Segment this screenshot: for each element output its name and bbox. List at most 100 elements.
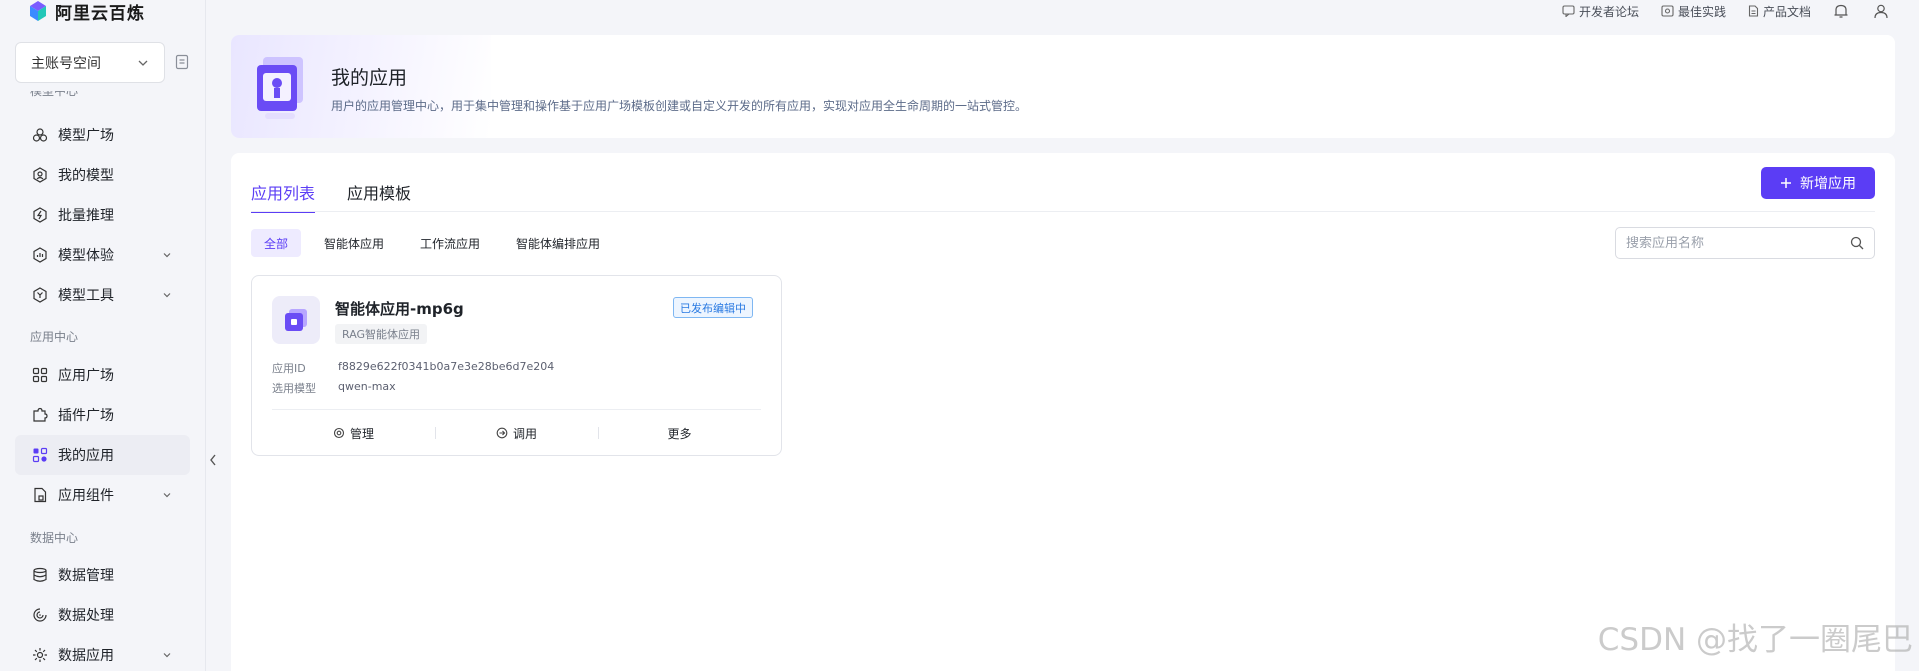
new-app-button[interactable]: 新增应用 [1761,167,1875,199]
data-apps-icon [31,646,49,664]
app-id-value: f8829e622f0341b0a7e3e28be6d7e204 [338,360,555,373]
sidebar-item-label: 应用组件 [58,488,114,504]
agent-app-icon [272,296,320,344]
filter-agent-orchestration-apps[interactable]: 智能体编排应用 [503,229,613,257]
app-card[interactable]: 智能体应用-mp6g RAG智能体应用 已发布编辑中 应用ID f8829e62… [251,275,782,456]
app-model-label: 选用模型 [272,382,316,395]
sidebar-item-label: 模型工具 [58,288,114,304]
chevron-down-icon [163,493,171,498]
tab-app-templates[interactable]: 应用模板 [347,173,411,211]
sidebar: 阿里云百炼 主账号空间 模型中心 模型广场 我的模型 批量推理 模型体验 模型工… [0,0,206,671]
app-square-icon [31,366,49,384]
model-experience-icon [31,246,49,264]
manage-button-label: 管理 [349,426,374,441]
top-bar: 开发者论坛 最佳实践 产品文档 [1562,0,1919,22]
my-model-icon [31,166,49,184]
app-type-filter: 全部 智能体应用 工作流应用 智能体编排应用 [251,229,613,257]
page-header: 我的应用 用户的应用管理中心，用于集中管理和操作基于应用广场模板创建或自定义开发… [231,35,1895,138]
sidebar-item-label: 应用广场 [58,368,114,384]
workspace-select[interactable]: 主账号空间 [15,42,165,83]
sidebar-item-label: 我的应用 [58,448,114,464]
sidebar-item-model-square[interactable]: 模型广场 [15,115,190,155]
sidebar-item-label: 我的模型 [58,168,114,184]
search-box [1615,227,1875,259]
app-card-actions: 管理 调用 更多 [272,410,761,456]
sidebar-collapse-button[interactable] [206,449,220,471]
app-name[interactable]: 智能体应用-mp6g [335,298,464,319]
page-title: 我的应用 [331,67,408,89]
watermark: CSDN @找了一圈尾巴 [1597,622,1913,658]
sidebar-item-label: 批量推理 [58,208,114,224]
search-input[interactable] [1626,235,1850,251]
sidebar-item-my-apps[interactable]: 我的应用 [15,435,190,475]
sidebar-item-data-processing[interactable]: 数据处理 [15,595,190,635]
chevron-left-icon [210,454,216,466]
section-app-center: 应用中心 [30,330,79,344]
sidebar-item-label: 插件广场 [58,408,114,424]
app-model-row: 选用模型 qwen-max [272,380,396,396]
data-processing-icon [31,606,49,624]
sidebar-item-plugin-square[interactable]: 插件广场 [15,395,190,435]
app-id-label: 应用ID [272,362,306,375]
topbar-link-docs[interactable]: 产品文档 [1748,3,1811,20]
docs-icon [1748,5,1759,17]
forum-icon [1562,5,1575,17]
section-model-center: 模型中心 [30,91,79,98]
topbar-link-label: 开发者论坛 [1578,4,1639,19]
topbar-link-forum[interactable]: 开发者论坛 [1562,3,1639,20]
bell-icon[interactable] [1833,3,1849,19]
workspace-select-value: 主账号空间 [31,55,101,72]
app-type-tag: RAG智能体应用 [335,324,428,344]
page-description: 用户的应用管理中心，用于集中管理和操作基于应用广场模板创建或自定义开发的所有应用… [331,99,1028,113]
sidebar-item-label: 模型广场 [58,128,114,144]
bailian-logo-icon [30,1,46,21]
chevron-down-icon [138,60,148,66]
chevron-down-icon [163,653,171,658]
sidebar-item-model-experience[interactable]: 模型体验 [15,235,190,275]
workspace-doc-icon[interactable] [175,54,189,70]
sidebar-item-label: 模型体验 [58,248,114,264]
batch-inference-icon [31,206,49,224]
sidebar-item-my-model[interactable]: 我的模型 [15,155,190,195]
arrow-circle-icon [496,427,508,439]
invoke-button[interactable]: 调用 [435,410,598,456]
model-tools-icon [31,286,49,304]
filter-all[interactable]: 全部 [251,229,302,257]
sidebar-item-app-components[interactable]: 应用组件 [15,475,190,515]
tab-app-list[interactable]: 应用列表 [251,173,316,213]
sidebar-item-data-apps[interactable]: 数据应用 [15,635,190,671]
model-square-icon [31,126,49,144]
plugin-square-icon [31,406,49,424]
tabs-divider [251,211,1875,212]
app-list-panel: 应用列表 应用模板 新增应用 全部 智能体应用 工作流应用 智能体编排应用 智能… [231,153,1895,671]
settings-icon [333,427,345,439]
my-apps-illustration-icon [257,57,303,119]
topbar-link-label: 产品文档 [1762,4,1811,19]
brand-name: 阿里云百炼 [55,3,145,24]
my-apps-icon [31,446,49,464]
search-icon[interactable] [1850,236,1864,250]
sidebar-item-label: 数据管理 [58,568,114,584]
user-icon[interactable] [1873,3,1889,19]
tab-bar: 应用列表 应用模板 [251,173,443,213]
data-management-icon [31,566,49,584]
sidebar-item-label: 数据处理 [58,608,114,624]
manage-button[interactable]: 管理 [272,410,435,456]
sidebar-item-batch-inference[interactable]: 批量推理 [15,195,190,235]
more-button[interactable]: 更多 [598,410,761,456]
filter-workflow-apps[interactable]: 工作流应用 [407,229,493,257]
topbar-link-best-practice[interactable]: 最佳实践 [1661,3,1726,20]
best-practice-icon [1661,5,1674,17]
sidebar-item-model-tools[interactable]: 模型工具 [15,275,190,315]
topbar-link-label: 最佳实践 [1677,4,1726,19]
sidebar-item-data-management[interactable]: 数据管理 [15,555,190,595]
sidebar-item-app-square[interactable]: 应用广场 [15,355,190,395]
app-id-row: 应用ID f8829e622f0341b0a7e3e28be6d7e204 [272,360,554,376]
app-components-icon [31,486,49,504]
section-data-center: 数据中心 [30,531,79,545]
invoke-button-label: 调用 [512,426,537,441]
more-button-label: 更多 [667,426,692,441]
brand-logo[interactable]: 阿里云百炼 [27,0,145,24]
sidebar-item-label: 数据应用 [58,648,114,664]
filter-agent-apps[interactable]: 智能体应用 [311,229,397,257]
